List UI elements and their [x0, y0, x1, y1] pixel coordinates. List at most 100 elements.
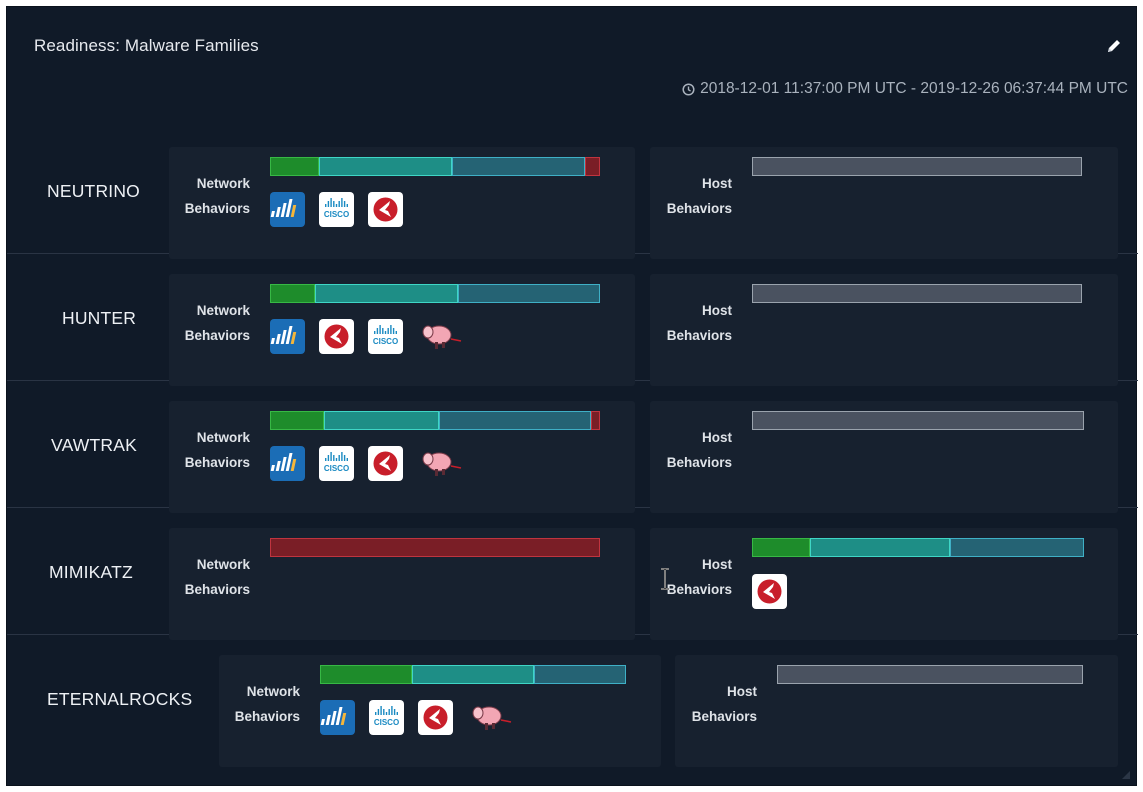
network-behaviors-card[interactable]: Network Behaviors CISCO — [169, 274, 635, 386]
network-behaviors-label: Network Behaviors — [175, 552, 250, 602]
cylance-icon[interactable] — [368, 192, 403, 227]
network-bar-segment-slate[interactable] — [457, 284, 600, 303]
network-readiness-bar — [270, 284, 600, 303]
network-behaviors-card[interactable]: Network Behaviors CISCO — [169, 147, 635, 259]
host-behaviors-label-line-2: Behaviors — [666, 328, 732, 343]
network-integration-icons: CISCO — [270, 446, 467, 481]
host-behaviors-label: Host Behaviors — [656, 298, 732, 348]
host-behaviors-card[interactable]: Host Behaviors — [650, 147, 1118, 259]
network-bar-segment-green[interactable] — [270, 284, 316, 303]
snort-pig-icon[interactable] — [417, 319, 467, 354]
svg-text:CISCO: CISCO — [373, 337, 398, 346]
resize-handle-icon[interactable] — [1122, 771, 1130, 779]
palo-alto-icon[interactable] — [270, 446, 305, 481]
host-behaviors-label: Host Behaviors — [656, 171, 732, 221]
host-behaviors-label-line-1: Host — [727, 684, 757, 699]
network-behaviors-card[interactable]: Network Behaviors CISCO — [169, 401, 635, 513]
network-behaviors-card[interactable]: Network Behaviors — [169, 528, 635, 640]
cylance-icon[interactable] — [319, 319, 354, 354]
palo-alto-icon[interactable] — [320, 700, 355, 735]
cisco-icon[interactable]: CISCO — [369, 700, 404, 735]
network-bar-segment-teal[interactable] — [318, 157, 452, 176]
network-integration-icons: CISCO — [270, 192, 403, 227]
malware-family-name[interactable]: VAWTRAK — [51, 435, 137, 456]
network-behaviors-label: Network Behaviors — [175, 425, 250, 475]
malware-row-hunter: HUNTER Network Behaviors CISCO Host Behaviors — [7, 254, 1138, 386]
network-bar-segment-slate[interactable] — [439, 411, 592, 430]
network-readiness-bar — [270, 538, 600, 557]
network-readiness-bar — [320, 665, 626, 684]
host-readiness-bar — [752, 538, 1084, 557]
network-bar-segment-teal[interactable] — [323, 411, 440, 430]
network-bar-segment-red[interactable] — [270, 538, 600, 557]
cisco-icon[interactable]: CISCO — [319, 192, 354, 227]
network-bar-segment-green[interactable] — [270, 411, 324, 430]
host-behaviors-card[interactable]: Host Behaviors — [650, 274, 1118, 386]
network-behaviors-label-line-2: Behaviors — [234, 709, 300, 724]
network-behaviors-label-line-2: Behaviors — [184, 201, 250, 216]
cylance-icon[interactable] — [752, 574, 787, 609]
host-readiness-bar — [752, 284, 1082, 303]
host-behaviors-card[interactable]: Host Behaviors — [650, 528, 1118, 640]
cylance-icon[interactable] — [368, 446, 403, 481]
network-behaviors-label: Network Behaviors — [225, 679, 300, 729]
host-bar-segment-gray[interactable] — [752, 157, 1082, 176]
host-behaviors-label: Host Behaviors — [656, 425, 732, 475]
host-bar-segment-slate[interactable] — [949, 538, 1084, 557]
host-behaviors-card[interactable]: Host Behaviors — [675, 655, 1118, 767]
network-bar-segment-slate[interactable] — [534, 665, 626, 684]
time-range: 2018-12-01 11:37:00 PM UTC - 2019-12-26 … — [682, 80, 1128, 98]
network-integration-icons: CISCO — [270, 319, 467, 354]
network-bar-segment-green[interactable] — [320, 665, 412, 684]
network-behaviors-label-line-2: Behaviors — [184, 582, 250, 597]
host-bar-segment-teal[interactable] — [810, 538, 950, 557]
malware-row-neutrino: NEUTRINO Network Behaviors CISCO Host Behavio… — [7, 127, 1138, 259]
network-behaviors-label-line-1: Network — [196, 303, 250, 318]
network-bar-segment-slate[interactable] — [451, 157, 586, 176]
cisco-icon[interactable]: CISCO — [368, 319, 403, 354]
text-cursor-icon — [661, 568, 669, 590]
palo-alto-icon[interactable] — [270, 319, 305, 354]
pencil-edit-icon[interactable] — [1105, 37, 1123, 55]
malware-family-name[interactable]: MIMIKATZ — [49, 562, 133, 583]
network-behaviors-label: Network Behaviors — [175, 171, 250, 221]
svg-text:CISCO: CISCO — [374, 718, 399, 727]
snort-pig-icon[interactable] — [417, 446, 467, 481]
network-behaviors-label: Network Behaviors — [175, 298, 250, 348]
snort-pig-icon[interactable] — [467, 700, 517, 735]
network-behaviors-label-line-2: Behaviors — [184, 455, 250, 470]
host-bar-segment-green[interactable] — [752, 538, 811, 557]
network-bar-segment-teal[interactable] — [411, 665, 535, 684]
readiness-panel: Readiness: Malware Families 2018-12-01 1… — [6, 6, 1138, 786]
host-behaviors-label-line-1: Host — [702, 303, 732, 318]
network-bar-segment-green[interactable] — [270, 157, 319, 176]
host-behaviors-label-line-2: Behaviors — [666, 201, 732, 216]
svg-text:CISCO: CISCO — [324, 464, 349, 473]
host-bar-segment-gray[interactable] — [752, 411, 1084, 430]
network-readiness-bar — [270, 411, 600, 430]
malware-family-name[interactable]: NEUTRINO — [47, 181, 140, 202]
network-bar-segment-red[interactable] — [591, 411, 600, 430]
cylance-icon[interactable] — [418, 700, 453, 735]
host-behaviors-label-line-2: Behaviors — [691, 709, 757, 724]
network-behaviors-card[interactable]: Network Behaviors CISCO — [219, 655, 661, 767]
host-behaviors-card[interactable]: Host Behaviors — [650, 401, 1118, 513]
network-readiness-bar — [270, 157, 600, 176]
network-behaviors-label-line-1: Network — [196, 557, 250, 572]
palo-alto-icon[interactable] — [270, 192, 305, 227]
network-bar-segment-teal[interactable] — [315, 284, 458, 303]
network-behaviors-label-line-1: Network — [196, 430, 250, 445]
network-behaviors-label-line-1: Network — [196, 176, 250, 191]
host-bar-segment-gray[interactable] — [777, 665, 1083, 684]
malware-row-mimikatz: MIMIKATZ Network Behaviors Host Behaviors — [7, 508, 1138, 640]
cisco-icon[interactable]: CISCO — [319, 446, 354, 481]
malware-family-name[interactable]: ETERNALROCKS — [47, 689, 192, 710]
host-integration-icons — [752, 574, 787, 609]
clock-icon — [682, 82, 695, 96]
network-bar-segment-red[interactable] — [585, 157, 600, 176]
malware-family-name[interactable]: HUNTER — [62, 308, 136, 329]
network-behaviors-label-line-1: Network — [246, 684, 300, 699]
host-bar-segment-gray[interactable] — [752, 284, 1082, 303]
host-readiness-bar — [777, 665, 1083, 684]
time-range-text: 2018-12-01 11:37:00 PM UTC - 2019-12-26 … — [700, 80, 1128, 97]
